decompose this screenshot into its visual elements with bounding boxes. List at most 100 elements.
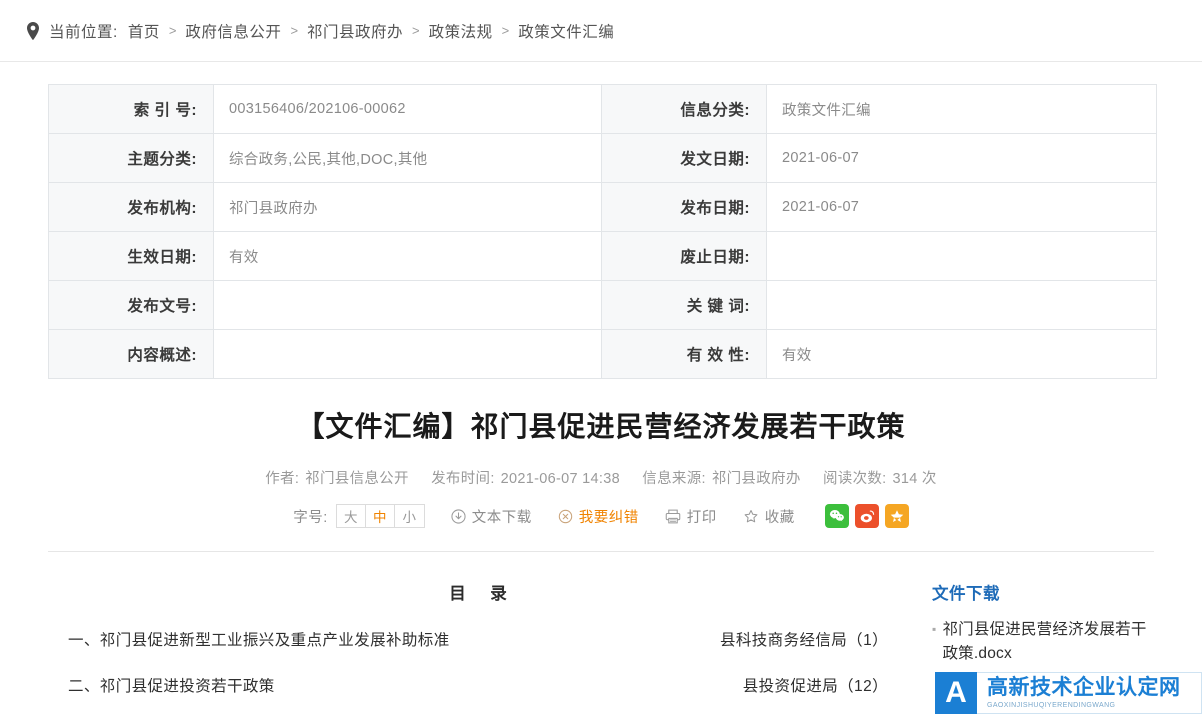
text-download-button[interactable]: 文本下载 — [451, 506, 532, 527]
font-size-selector: 大 中 小 — [335, 504, 425, 529]
publish-time-label: 发布时间: — [431, 471, 495, 488]
publishing-agency-label: 发布机构: — [48, 182, 214, 232]
toc-item-department: 县投资促进局（12） — [742, 678, 888, 696]
breadcrumb-item-government-info[interactable]: 政府信息公开 — [185, 20, 281, 42]
list-item[interactable]: 一、祁门县促进新型工业振兴及重点产业发展补助标准 县科技商务经信局（1） — [48, 628, 908, 650]
keywords-value — [766, 280, 1157, 330]
index-number-value: 003156406/202106-00062 — [213, 84, 602, 134]
watermark-subtitle: GAOXINJISHUQIYERENDINGWANG — [987, 701, 1116, 709]
watermark-letter-icon: A — [935, 672, 977, 714]
toc-item-title: 二、祁门县促进投资若干政策 — [68, 678, 275, 696]
toc-item-title: 一、祁门县促进新型工业振兴及重点产业发展补助标准 — [68, 632, 450, 650]
validity-value: 有效 — [766, 329, 1157, 379]
toc-heading: 目 录 — [449, 585, 517, 604]
breadcrumb-item-policy-compilation[interactable]: 政策文件汇编 — [518, 20, 614, 42]
breadcrumb-separator: > — [412, 23, 420, 38]
breadcrumb-label: 当前位置: — [49, 23, 118, 41]
subject-category-label: 主题分类: — [48, 133, 214, 183]
abolish-date-label: 废止日期: — [601, 231, 767, 281]
toc-item-department: 县科技商务经信局（1） — [719, 632, 888, 650]
share-buttons — [824, 504, 909, 529]
effective-date-value: 有效 — [213, 231, 602, 281]
list-item: ▪ 祁门县促进民营经济发展若干政策.docx — [932, 618, 1154, 666]
qzone-share-button[interactable] — [884, 504, 909, 529]
watermark-title: 高新技术企业认定网 — [987, 676, 1181, 700]
breadcrumb-item-policy-regulations[interactable]: 政策法规 — [429, 20, 493, 42]
wechat-icon — [829, 510, 844, 522]
printer-icon — [665, 509, 681, 524]
table-row: 发布文号: 关 键 词: — [48, 280, 1157, 330]
publish-date-label: 发布日期: — [601, 182, 767, 232]
font-size-large-button[interactable]: 大 — [336, 505, 366, 528]
document-metadata-section: 索 引 号: 003156406/202106-00062 信息分类: 政策文件… — [0, 62, 1202, 379]
print-button[interactable]: 打印 — [665, 506, 717, 527]
source-meta: 信息来源: 祁门县政府办 — [642, 471, 800, 487]
index-number-label: 索 引 号: — [48, 84, 214, 134]
site-watermark-logo: A 高新技术企业认定网 GAOXINJISHUQIYERENDINGWANG — [935, 671, 1202, 715]
subject-category-value: 综合政务,公民,其他,DOC,其他 — [213, 133, 602, 183]
publish-time-value: 2021-06-07 14:38 — [500, 471, 620, 488]
print-label: 打印 — [686, 509, 717, 526]
table-row: 主题分类: 综合政务,公民,其他,DOC,其他 发文日期: 2021-06-07 — [48, 133, 1157, 183]
publish-time-meta: 发布时间: 2021-06-07 14:38 — [431, 471, 620, 487]
weibo-share-button[interactable] — [854, 504, 879, 529]
views-label: 阅读次数: — [822, 471, 887, 488]
font-size-small-button[interactable]: 小 — [394, 505, 424, 528]
article-toolbar: 字号: 大 中 小 文本下载 我要纠错 打印 收藏 — [0, 504, 1202, 529]
document-number-value — [213, 280, 602, 330]
table-row: 发布机构: 祁门县政府办 发布日期: 2021-06-07 — [48, 182, 1157, 232]
document-date-label: 发文日期: — [601, 133, 767, 183]
favorite-label: 收藏 — [764, 509, 795, 526]
document-number-label: 发布文号: — [48, 280, 214, 330]
source-label: 信息来源: — [642, 471, 706, 488]
map-pin-icon — [27, 21, 39, 40]
list-item[interactable]: 二、祁门县促进投资若干政策 县投资促进局（12） — [48, 674, 908, 696]
page-title: 【文件汇编】祁门县促进民营经济发展若干政策 — [296, 411, 906, 442]
breadcrumb-separator: > — [290, 23, 299, 38]
publish-date-value: 2021-06-07 — [766, 182, 1157, 232]
breadcrumb-separator: > — [168, 23, 177, 38]
font-size-medium-button[interactable]: 中 — [365, 505, 395, 528]
info-category-label: 信息分类: — [601, 84, 767, 134]
star-icon — [744, 509, 758, 523]
article-meta: 作者: 祁门县信息公开 发布时间: 2021-06-07 14:38 信息来源: 祁门… — [0, 467, 1202, 488]
report-error-button[interactable]: 我要纠错 — [558, 506, 639, 527]
file-download-link[interactable]: 祁门县促进民营经济发展若干政策.docx — [942, 618, 1154, 666]
author-meta: 作者: 祁门县信息公开 — [265, 471, 409, 487]
file-download-heading: 文件下载 — [932, 585, 1000, 604]
keywords-label: 关 键 词: — [601, 280, 767, 330]
validity-label: 有 效 性: — [601, 329, 767, 379]
abolish-date-value — [766, 231, 1157, 281]
views-count: 314 次 — [892, 471, 937, 488]
publishing-agency-value: 祁门县政府办 — [213, 182, 602, 232]
wechat-share-button[interactable] — [824, 504, 849, 529]
summary-value — [213, 329, 602, 379]
breadcrumb: 当前位置: 首页 > 政府信息公开 > 祁门县政府办 > 政策法规 > 政策文件… — [0, 0, 1202, 62]
table-row: 索 引 号: 003156406/202106-00062 信息分类: 政策文件… — [48, 84, 1157, 134]
page-root: 当前位置: 首页 > 政府信息公开 > 祁门县政府办 > 政策法规 > 政策文件… — [0, 0, 1202, 715]
document-date-value: 2021-06-07 — [766, 133, 1157, 183]
breadcrumb-item-qimen-office[interactable]: 祁门县政府办 — [307, 20, 403, 42]
views-meta: 阅读次数: 314 次 — [823, 471, 937, 487]
bullet-icon: ▪ — [932, 622, 937, 637]
qzone-star-icon — [890, 510, 904, 522]
document-body: 目 录 一、祁门县促进新型工业振兴及重点产业发展补助标准 县科技商务经信局（1）… — [48, 552, 908, 696]
table-row: 生效日期: 有效 废止日期: — [48, 231, 1157, 281]
source-value: 祁门县政府办 — [711, 471, 801, 488]
report-error-label: 我要纠错 — [578, 509, 639, 526]
effective-date-label: 生效日期: — [48, 231, 214, 281]
text-download-label: 文本下载 — [471, 509, 532, 526]
document-info-table: 索 引 号: 003156406/202106-00062 信息分类: 政策文件… — [48, 84, 1157, 379]
watermark-text-box: 高新技术企业认定网 GAOXINJISHUQIYERENDINGWANG — [977, 672, 1202, 714]
author-label: 作者: — [265, 471, 300, 488]
breadcrumb-item-home[interactable]: 首页 — [128, 20, 160, 42]
table-row: 内容概述: 有 效 性: 有效 — [48, 329, 1157, 379]
summary-label: 内容概述: — [48, 329, 214, 379]
author-value: 祁门县信息公开 — [305, 471, 409, 488]
info-category-value: 政策文件汇编 — [766, 84, 1157, 134]
weibo-icon — [860, 510, 874, 523]
favorite-button[interactable]: 收藏 — [743, 506, 795, 527]
breadcrumb-separator: > — [501, 23, 510, 38]
error-report-icon — [558, 509, 572, 524]
download-icon — [451, 509, 466, 524]
